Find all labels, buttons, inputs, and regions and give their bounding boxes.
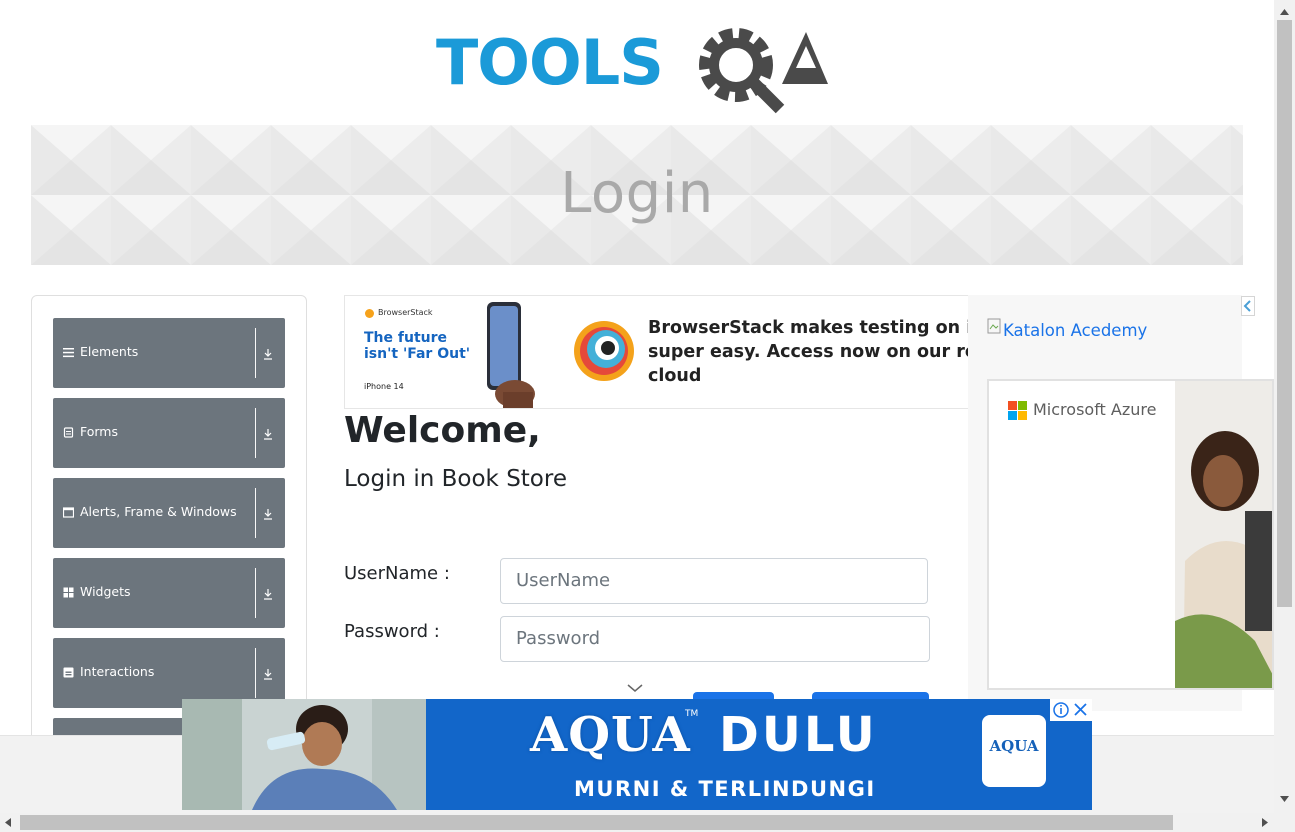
ad-brand: BrowserStack [378,308,433,317]
sidebar-group-label: Interactions [80,664,155,679]
ad-body-line: BrowserStack makes testing on iPho [648,318,969,338]
form-icon [63,427,74,438]
aqua-brand-word: AQUA [530,707,691,763]
aqua-badge-text: AQUA [989,737,1039,755]
ad-device-label: iPhone 14 [364,382,404,391]
sidebar-group-forms[interactable]: Forms [53,398,285,468]
gear-icon [699,28,785,114]
sidebar-group-label: Widgets [80,584,131,599]
login-subtitle: Login in Book Store [344,466,567,492]
chevron-down-icon[interactable] [626,682,644,694]
ad-headline: The future isn't 'Far Out' [364,330,471,362]
sidebar-group-widgets[interactable]: Widgets [53,558,285,628]
download-arrow-icon [264,349,272,360]
page-title: Login [560,161,714,226]
aqua-trademark: TM [685,709,699,719]
list-icon [63,348,74,358]
ad-body-text: BrowserStack makes testing on iPho super… [648,316,970,388]
microsoft-logo-icon [1008,401,1027,420]
divider [255,568,256,618]
sidebar-group-interactions[interactable]: Interactions [53,638,285,708]
download-arrow-icon [264,669,272,680]
aqua-dulu-word: DULU [719,707,878,763]
password-label: Password : [344,621,440,642]
sidebar-group-label: Elements [80,344,139,359]
man-drinking-photo-icon [182,699,426,810]
ad-left-panel: BrowserStack The future isn't 'Far Out' … [345,296,545,408]
horizontal-scroll-thumb[interactable] [20,815,1173,830]
aqua-tagline: MURNI & TERLINDUNGI [574,777,876,801]
browserstack-eye-icon [574,321,634,381]
divider [255,328,256,378]
widgets-icon [63,587,74,598]
sidebar-group-alerts[interactable]: Alerts, Frame & Windows [53,478,285,548]
interactions-icon [63,667,74,678]
password-input[interactable]: Password [500,616,930,662]
window-icon [63,507,74,518]
welcome-heading: Welcome, [344,410,541,451]
divider [255,648,256,698]
logo-tools-text: TOOLS [436,26,663,99]
download-arrow-icon [264,589,272,600]
ad-body-line: super easy. Access now on our real [648,342,970,362]
sidebar-group-label: Alerts, Frame & Windows [80,504,237,519]
browserstack-ad[interactable]: BrowserStack The future isn't 'Far Out' … [344,295,970,409]
vertical-scroll-thumb[interactable] [1277,20,1292,607]
ad-choices-close-icons [1050,699,1092,721]
katalon-ad-link[interactable]: Katalon Acedemy [1003,321,1147,340]
ad-info-icon [1053,702,1069,718]
divider [255,488,256,538]
close-icon [1074,703,1087,716]
download-arrow-icon [264,509,272,520]
page-banner: Login [31,125,1243,265]
phone-image-icon [487,302,535,408]
toolsqa-logo[interactable]: TOOLS [436,18,846,114]
download-arrow-icon [264,429,272,440]
aqua-bottle-badge: AQUA [982,715,1046,787]
broken-image-icon [987,318,1001,334]
divider [255,408,256,458]
sidebar: Elements Forms Alerts, Frame & Windows W… [31,295,307,757]
username-label: UserName : [344,563,450,584]
username-input[interactable]: UserName [500,558,928,604]
azure-brand: Microsoft Azure [1033,400,1157,419]
people-photo-icon [1175,381,1272,688]
aqua-ad[interactable]: AQUA TM DULU MURNI & TERLINDUNGI AQUA [182,699,1092,810]
browserstack-logo-icon [365,309,374,318]
sidebar-group-label: Forms [80,424,119,439]
ad-body-line: cloud [648,366,702,386]
sidebar-group-elements[interactable]: Elements [53,318,285,388]
ad-collapse-icon[interactable] [1241,296,1255,316]
azure-ad[interactable]: Microsoft Azure [987,379,1274,690]
